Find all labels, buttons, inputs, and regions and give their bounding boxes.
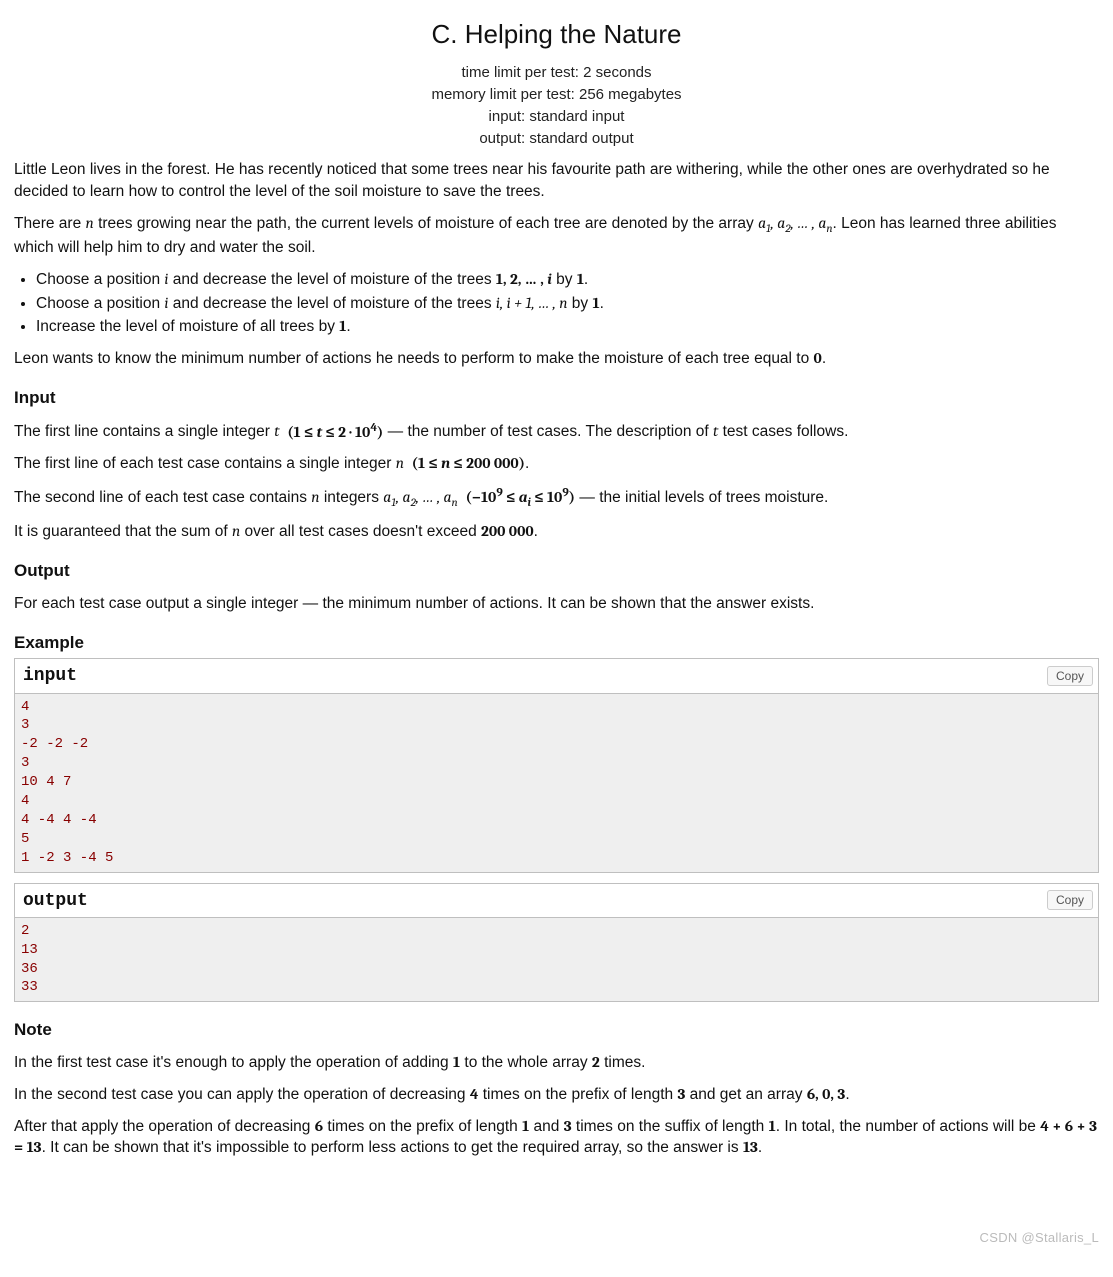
ability-increase-all: Increase the level of moisture of all tr…	[36, 316, 1099, 338]
math-zero: 0	[814, 349, 822, 367]
text: In the first test case it's enough to ap…	[14, 1054, 453, 1071]
text: by	[568, 295, 593, 312]
text: The first line of each test case contain…	[14, 455, 396, 472]
intro-paragraph-1: Little Leon lives in the forest. He has …	[14, 159, 1099, 202]
example-input-body: 4 3 -2 -2 -2 3 10 4 7 4 4 -4 4 -4 5 1 -2…	[15, 694, 1098, 872]
text: In the second test case you can apply th…	[14, 1086, 470, 1103]
goal-paragraph: Leon wants to know the minimum number of…	[14, 348, 1099, 370]
input-paragraph-3: The second line of each test case contai…	[14, 485, 1099, 512]
math-n-sum: 200 000	[481, 522, 534, 540]
text: to the whole array	[460, 1054, 592, 1071]
problem-title: C. Helping the Nature	[14, 16, 1099, 52]
math-n: n	[396, 454, 404, 472]
note-paragraph-1: In the first test case it's enough to ap…	[14, 1052, 1099, 1074]
text: by	[552, 271, 577, 288]
text: times on the prefix of length	[323, 1118, 522, 1135]
input-paragraph-4: It is guaranteed that the sum of n over …	[14, 521, 1099, 543]
math-array-603: 6, 0, 3	[807, 1085, 846, 1103]
text: Leon wants to know the minimum number of…	[14, 350, 814, 367]
text: and	[529, 1118, 563, 1135]
example-input-header: input Copy	[15, 659, 1098, 693]
math-array-a: a1, a2, … , an	[383, 488, 457, 506]
text: There are	[14, 215, 86, 232]
intro-paragraph-2: There are n trees growing near the path,…	[14, 213, 1099, 259]
math-range: i, i + 1, … , n	[496, 294, 568, 312]
math-two: 2	[592, 1053, 600, 1071]
text: times on the prefix of length	[478, 1086, 677, 1103]
math-three: 3	[564, 1117, 572, 1135]
math-t: t	[274, 423, 279, 441]
text: and decrease the level of moisture of th…	[168, 271, 495, 288]
input-paragraph-2: The first line of each test case contain…	[14, 453, 1099, 475]
math-n-bounds: (1 ≤ n ≤ 200 000)	[408, 454, 525, 472]
copy-output-button[interactable]: Copy	[1047, 890, 1093, 910]
output-paragraph: For each test case output a single integ…	[14, 593, 1099, 615]
text: Increase the level of moisture of all tr…	[36, 318, 339, 335]
math-range: 1, 2, … , i	[496, 270, 552, 288]
text: — the initial levels of trees moisture.	[575, 489, 828, 506]
text: and decrease the level of moisture of th…	[168, 295, 495, 312]
text: times.	[600, 1054, 646, 1071]
text: The first line contains a single integer	[14, 424, 274, 441]
math-t-bounds: (1 ≤ t ≤ 2 · 104)	[284, 423, 384, 441]
text: After that apply the operation of decrea…	[14, 1118, 315, 1135]
text: The second line of each test case contai…	[14, 489, 311, 506]
example-heading: Example	[14, 631, 1099, 655]
example-output-body: 2 13 36 33	[15, 918, 1098, 1002]
ability-prefix-decrease: Choose a position i and decrease the lev…	[36, 269, 1099, 291]
watermark-text: CSDN @Stallaris_L	[980, 1229, 1099, 1247]
text: Choose a position	[36, 295, 164, 312]
ability-suffix-decrease: Choose a position i and decrease the lev…	[36, 293, 1099, 315]
math-n: n	[311, 488, 319, 506]
math-one: 1	[577, 270, 584, 288]
example-output-block: output Copy 2 13 36 33	[14, 883, 1099, 1003]
text: integers	[320, 489, 384, 506]
note-paragraph-2: In the second test case you can apply th…	[14, 1084, 1099, 1106]
math-n: n	[232, 522, 240, 540]
text: Choose a position	[36, 271, 164, 288]
math-n: n	[86, 214, 94, 232]
text: — the number of test cases. The descript…	[383, 424, 713, 441]
input-heading: Input	[14, 386, 1099, 410]
time-limit: time limit per test: 2 seconds	[14, 62, 1099, 83]
text: .	[584, 271, 588, 288]
text: test cases follows.	[718, 424, 848, 441]
math-thirteen: 13	[743, 1138, 758, 1156]
text: .	[534, 523, 538, 540]
math-one: 1	[769, 1117, 776, 1135]
example-input-label: input	[23, 666, 77, 686]
output-heading: Output	[14, 559, 1099, 583]
math-array-a: a1, a2, … , an	[758, 214, 832, 232]
text: trees growing near the path, the current…	[94, 215, 758, 232]
example-output-header: output Copy	[15, 884, 1098, 918]
math-six: 6	[315, 1117, 323, 1135]
text: It is guaranteed that the sum of	[14, 523, 232, 540]
text: . It can be shown that it's impossible t…	[42, 1139, 743, 1156]
input-paragraph-1: The first line contains a single integer…	[14, 419, 1099, 443]
text: .	[758, 1139, 762, 1156]
text: .	[822, 350, 826, 367]
text: . In total, the number of actions will b…	[776, 1118, 1041, 1135]
input-mode: input: standard input	[14, 106, 1099, 127]
text: .	[346, 318, 350, 335]
math-one: 1	[592, 294, 599, 312]
memory-limit: memory limit per test: 256 megabytes	[14, 84, 1099, 105]
text: over all test cases doesn't exceed	[240, 523, 481, 540]
math-a-bounds: (−109 ≤ ai ≤ 109)	[462, 488, 575, 506]
example-input-block: input Copy 4 3 -2 -2 -2 3 10 4 7 4 4 -4 …	[14, 658, 1099, 872]
note-heading: Note	[14, 1018, 1099, 1042]
abilities-list: Choose a position i and decrease the lev…	[36, 269, 1099, 338]
note-paragraph-3: After that apply the operation of decrea…	[14, 1116, 1099, 1159]
math-one: 1	[453, 1053, 460, 1071]
example-output-label: output	[23, 891, 88, 911]
copy-input-button[interactable]: Copy	[1047, 666, 1093, 686]
text: .	[600, 295, 604, 312]
output-mode: output: standard output	[14, 128, 1099, 149]
text: .	[845, 1086, 849, 1103]
text: and get an array	[685, 1086, 807, 1103]
text: .	[525, 455, 529, 472]
text: times on the suffix of length	[572, 1118, 769, 1135]
